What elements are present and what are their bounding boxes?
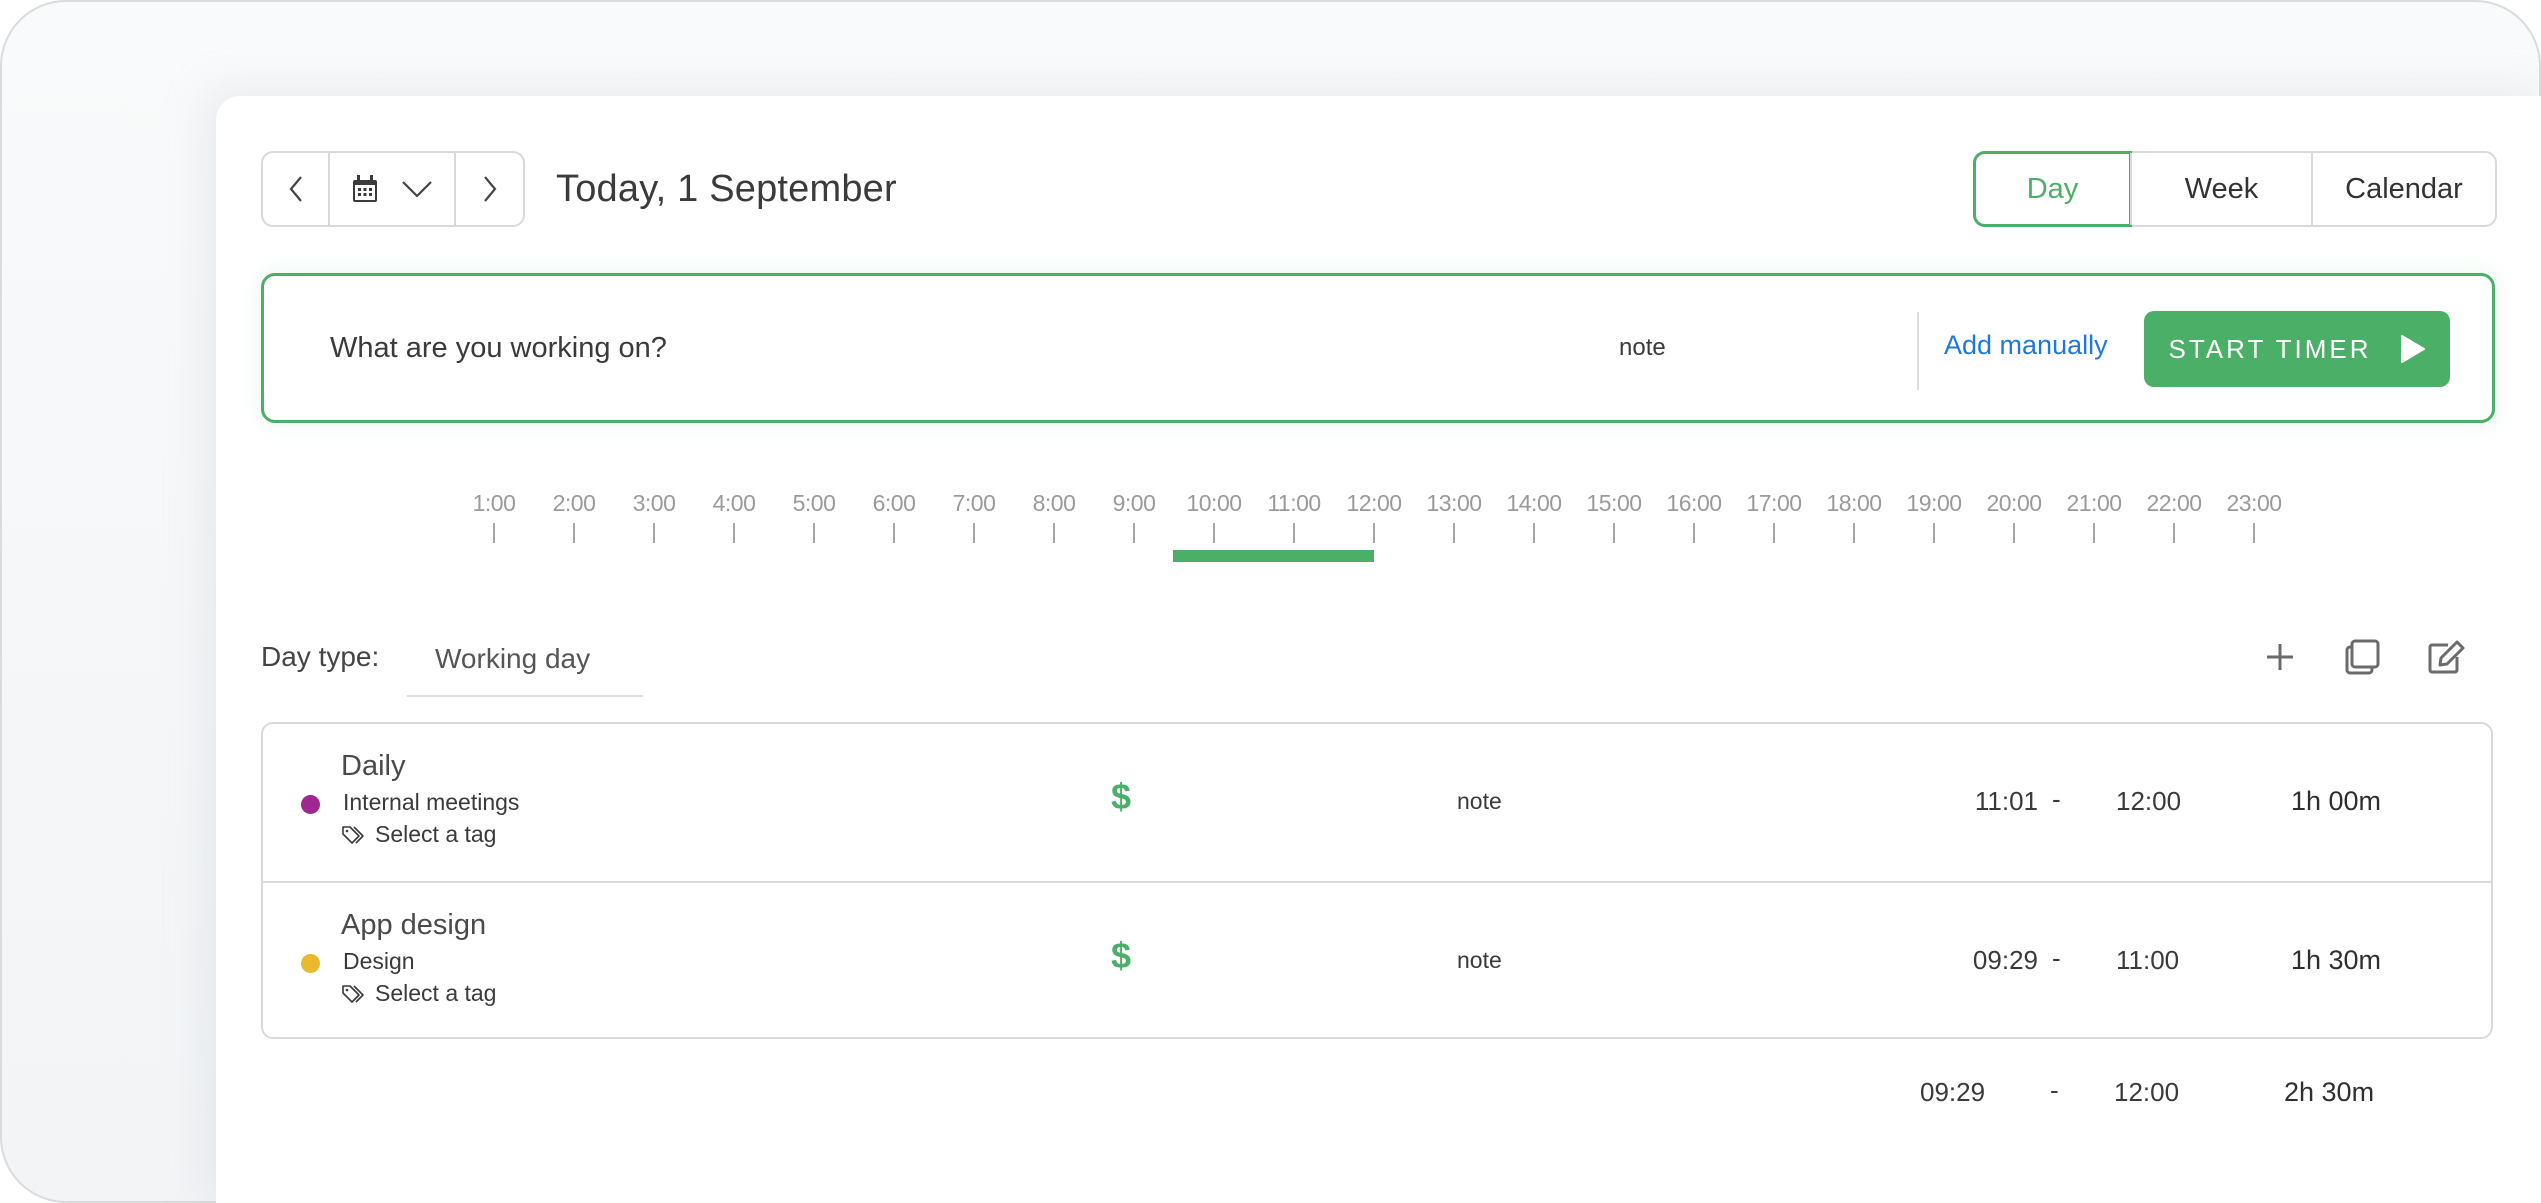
time-separator: - <box>2052 943 2061 973</box>
entry-end-time[interactable]: 11:00 <box>2116 945 2179 976</box>
previous-day-button[interactable] <box>263 153 330 225</box>
entry-end-time[interactable]: 12:00 <box>2116 786 2181 817</box>
chevron-right-icon <box>483 176 496 202</box>
time-entry-row[interactable]: Daily Internal meetings Select a tag $ n… <box>263 724 2491 881</box>
tab-day[interactable]: Day <box>1973 151 2132 227</box>
entry-start-time[interactable]: 11:01 <box>1975 786 2038 817</box>
timer-bar: Add manually START TIMER <box>261 273 2495 423</box>
total-duration: 2h 30m <box>2284 1077 2375 1107</box>
edit-icon <box>2428 640 2465 674</box>
date-picker-button[interactable] <box>330 153 456 225</box>
description-input[interactable] <box>330 326 1430 370</box>
play-icon <box>2400 335 2425 363</box>
start-timer-button[interactable]: START TIMER <box>2144 311 2450 387</box>
entry-title[interactable]: App design <box>341 909 486 942</box>
billable-toggle[interactable]: $ <box>1111 776 1131 818</box>
date-navigation <box>261 151 525 227</box>
add-entry-button[interactable] <box>2260 637 2300 677</box>
tag-placeholder: Select a tag <box>375 821 497 847</box>
add-manually-link[interactable]: Add manually <box>1944 330 2108 361</box>
time-entries-list: Daily Internal meetings Select a tag $ n… <box>261 722 2493 1039</box>
copy-day-button[interactable] <box>2343 637 2383 677</box>
chevron-down-icon <box>402 181 432 198</box>
tag-placeholder: Select a tag <box>375 980 497 1006</box>
time-entry-row[interactable]: App design Design Select a tag $ note 09… <box>263 881 2491 1038</box>
edit-day-button[interactable] <box>2426 637 2466 677</box>
entry-note[interactable]: note <box>1457 947 1502 974</box>
view-toggle: Day Week Calendar <box>1973 151 2497 227</box>
tab-calendar[interactable]: Calendar <box>2311 153 2495 225</box>
entry-note[interactable]: note <box>1457 788 1502 815</box>
billable-toggle[interactable]: $ <box>1111 935 1131 977</box>
day-type-label: Day type: <box>261 641 380 672</box>
tag-icon <box>342 825 364 844</box>
total-end-time: 12:00 <box>2114 1077 2180 1107</box>
calendar-icon <box>353 175 377 202</box>
chevron-left-icon <box>289 176 302 202</box>
entry-project[interactable]: Design <box>343 948 415 975</box>
entry-title[interactable]: Daily <box>341 750 405 783</box>
copy-icon <box>2345 639 2380 675</box>
page-title: Today, 1 September <box>556 168 897 210</box>
entry-start-time[interactable]: 09:29 <box>1973 945 2038 976</box>
start-timer-label: START TIMER <box>2168 333 2372 364</box>
tab-week[interactable]: Week <box>2130 153 2311 225</box>
day-type-select[interactable]: Working day <box>407 637 643 697</box>
entry-project[interactable]: Internal meetings <box>343 789 519 816</box>
divider <box>1917 312 1919 390</box>
tag-icon <box>342 984 364 1003</box>
time-separator: - <box>2052 784 2061 814</box>
total-start-time: 09:29 <box>1920 1077 1986 1107</box>
plus-icon <box>2267 644 2293 670</box>
tag-selector[interactable]: Select a tag <box>341 980 496 1007</box>
entry-duration: 1h 30m <box>2290 945 2381 975</box>
project-color-dot <box>301 954 320 973</box>
time-separator: - <box>2050 1075 2059 1105</box>
entry-duration: 1h 00m <box>2290 786 2381 816</box>
next-day-button[interactable] <box>456 153 523 225</box>
tag-selector[interactable]: Select a tag <box>341 821 496 848</box>
project-color-dot <box>301 795 320 814</box>
